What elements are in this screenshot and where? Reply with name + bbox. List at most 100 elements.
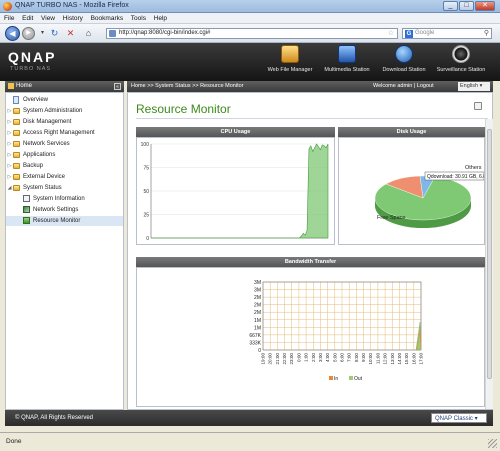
web-file-manager-button[interactable]: Web File Manager [262, 45, 318, 73]
main-content: Resource Monitor CPU Usage 0 25 50 75 100 Di… [127, 92, 494, 410]
sidebar-item-resource-monitor[interactable]: Resource Monitor [6, 216, 123, 226]
bandwidth-x-tick-label: 3:00 [318, 353, 323, 362]
sidebar-item-label: System Administration [23, 108, 83, 114]
web-file-manager-label: Web File Manager [267, 67, 313, 73]
sidebar-item-system-status[interactable]: ◢ System Status [6, 183, 123, 193]
bandwidth-x-tick-label: 13:00 [390, 353, 395, 365]
menu-tools[interactable]: Tools [131, 13, 146, 24]
sidebar-item-backup[interactable]: ▷ Backup [6, 161, 123, 171]
menu-bookmarks[interactable]: Bookmarks [91, 13, 124, 24]
sidebar-item-disk-management[interactable]: ▷ Disk Management [6, 117, 123, 127]
bandwidth-x-tick-label: 7:00 [347, 353, 352, 362]
expand-icon[interactable]: ▷ [7, 106, 12, 116]
language-value: English [460, 83, 479, 89]
language-select[interactable]: English ▾ [458, 82, 490, 91]
sidebar-item-system-information[interactable]: System Information [6, 194, 123, 204]
expand-icon[interactable]: ▷ [7, 172, 12, 182]
sidebar-item-label: System Status [23, 185, 62, 191]
navigation-toolbar: ◀ ▶ ▾ ↻ ✕ ⌂ http://qnap:8080/cgi-bin/ind… [0, 24, 500, 43]
minimize-button[interactable]: _ [443, 1, 458, 11]
welcome-logout[interactable]: Welcome admin | Logout [373, 81, 434, 92]
sidebar-item-external-device[interactable]: ▷ External Device [6, 172, 123, 182]
network-icon [23, 206, 30, 213]
bandwidth-x-tick-label: 20:00 [268, 353, 273, 365]
vertical-scrollbar[interactable] [485, 119, 493, 409]
folder-icon [13, 130, 20, 136]
download-station-icon [395, 45, 413, 63]
expand-icon[interactable]: ▷ [7, 128, 12, 138]
bandwidth-y-tick-label: 2M [254, 310, 261, 316]
menu-help[interactable]: Help [154, 13, 167, 24]
folder-icon [13, 152, 20, 158]
url-field[interactable]: http://qnap:8080/cgi-bin/index.cgi# ☆ [106, 28, 398, 39]
sidebar-item-network-settings[interactable]: Network Settings [6, 205, 123, 215]
bookmark-star-icon[interactable]: ☆ [388, 29, 394, 38]
app-banner: QNAP TURBO NAS Web File Manager Multimed… [0, 43, 500, 81]
collapse-sidebar-button[interactable]: « [114, 83, 121, 90]
maximize-button[interactable]: □ [459, 1, 474, 11]
info-page-icon [23, 195, 30, 202]
sidebar-item-network-services[interactable]: ▷ Network Services [6, 139, 123, 149]
scrollbar-thumb[interactable] [487, 129, 492, 379]
resize-grip[interactable] [488, 439, 497, 448]
sidebar-item-label: Backup [23, 163, 44, 169]
breadcrumb-bar: Home >> System Status >> Resource Monito… [127, 81, 493, 92]
bandwidth-y-tick-label: 333K [249, 340, 261, 346]
surveillance-station-button[interactable]: Surveillance Station [433, 45, 489, 73]
status-text: Done [6, 438, 22, 445]
search-input[interactable]: G Google ⚲ [402, 28, 492, 39]
expand-icon[interactable]: ▷ [7, 161, 12, 171]
search-icon[interactable]: ⚲ [484, 29, 489, 38]
expand-icon[interactable]: ▷ [7, 117, 12, 127]
sidebar-item-label: Access Right Management [23, 130, 95, 136]
bandwidth-x-tick-label: 12:00 [383, 353, 388, 365]
home-icon[interactable]: ⌂ [83, 28, 94, 39]
page-icon [109, 30, 116, 37]
qnap-logo: QNAP [8, 49, 57, 65]
bandwidth-x-tick-label: 4:00 [325, 353, 330, 362]
help-icon[interactable] [474, 102, 482, 110]
bandwidth-x-tick-label: 2:00 [311, 353, 316, 362]
menu-history[interactable]: History [63, 13, 83, 24]
cpu-y-tick-label: 25 [143, 213, 149, 219]
breadcrumb: Home >> System Status >> Resource Monito… [131, 83, 244, 89]
sidebar-item-applications[interactable]: ▷ Applications [6, 150, 123, 160]
legend-swatch-in [329, 376, 333, 380]
bandwidth-x-tick-label: 22:00 [282, 353, 287, 365]
bandwidth-x-tick-label: 0:00 [296, 353, 301, 362]
sidebar-header: Home « [5, 81, 124, 92]
cpu-usage-chart: 0 25 50 75 100 [141, 142, 329, 242]
sidebar-title: Home [16, 83, 33, 89]
theme-value: QNAP Classic [435, 416, 473, 422]
expand-icon[interactable]: ▷ [7, 150, 12, 160]
stop-icon[interactable]: ✕ [65, 28, 76, 39]
google-icon: G [405, 30, 413, 38]
menu-file[interactable]: File [4, 13, 14, 24]
sidebar-item-system-administration[interactable]: ▷ System Administration [6, 106, 123, 116]
sidebar-item-overview[interactable]: Overview [6, 95, 123, 105]
pie-label-free-space: Free Space [377, 215, 405, 221]
menu-view[interactable]: View [41, 13, 55, 24]
cpu-y-tick-label: 75 [143, 166, 149, 172]
collapse-icon[interactable]: ◢ [7, 183, 12, 193]
close-button[interactable]: ✕ [475, 1, 495, 11]
bandwidth-x-tick-label: 11:00 [375, 353, 380, 365]
page-icon [13, 96, 19, 104]
history-dropdown-icon[interactable]: ▾ [37, 28, 48, 39]
forward-button[interactable]: ▶ [22, 27, 35, 40]
back-button[interactable]: ◀ [5, 26, 20, 41]
sidebar-item-label: Network Services [23, 141, 70, 147]
sidebar-item-label: System Information [33, 196, 85, 202]
title-bar: QNAP TURBO NAS - Mozilla Firefox _ □ ✕ [0, 0, 500, 13]
bandwidth-y-tick-label: 3M [254, 280, 261, 286]
bandwidth-x-tick-label: 10:00 [368, 353, 373, 365]
multimedia-station-button[interactable]: Multimedia Station [319, 45, 375, 73]
expand-icon[interactable]: ▷ [7, 139, 12, 149]
theme-select[interactable]: QNAP Classic ▾ [431, 413, 487, 423]
menu-edit[interactable]: Edit [22, 13, 33, 24]
download-station-button[interactable]: Download Station [376, 45, 432, 73]
reload-icon[interactable]: ↻ [49, 28, 60, 39]
sidebar-item-access-right-management[interactable]: ▷ Access Right Management [6, 128, 123, 138]
search-placeholder: Google [415, 30, 435, 36]
bandwidth-x-tick-label: 19:00 [261, 353, 266, 365]
